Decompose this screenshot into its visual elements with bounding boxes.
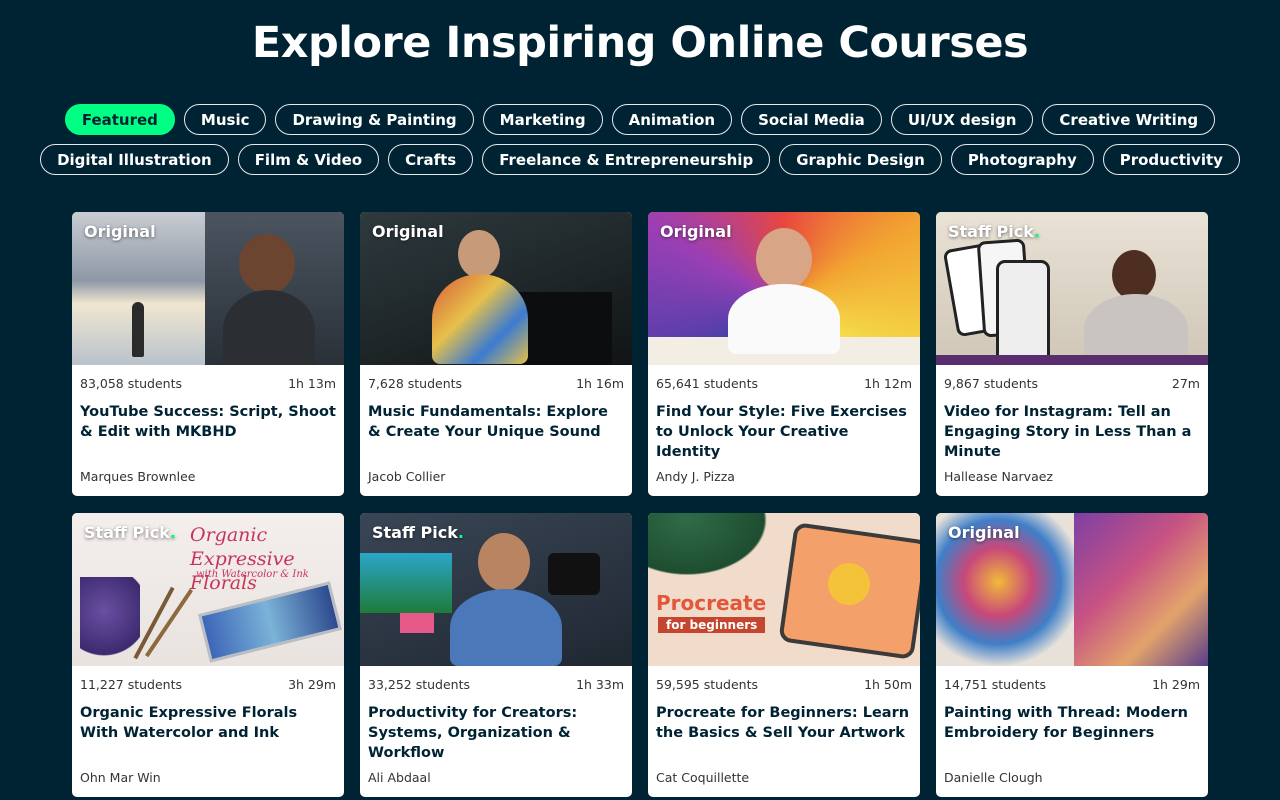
course-meta: 83,058 students 1h 13m [72,365,344,391]
teacher-name[interactable]: Danielle Clough [944,770,1043,785]
teacher-name[interactable]: Cat Coquillette [656,770,749,785]
course-card[interactable]: Original 83,058 students 1h 13m YouTube … [72,212,344,496]
course-duration: 1h 33m [576,677,624,692]
category-chip-graphic-design[interactable]: Graphic Design [779,144,942,175]
course-title[interactable]: Find Your Style: Five Exercises to Unloc… [648,391,920,462]
course-duration: 1h 16m [576,376,624,391]
badge-original: Original [372,222,444,241]
category-row-1: Featured Music Drawing & Painting Market… [0,104,1280,135]
student-count: 11,227 students [80,677,183,692]
course-meta: 7,628 students 1h 16m [360,365,632,391]
category-chip-animation[interactable]: Animation [611,104,733,135]
badge-dot-icon: . [457,523,464,542]
category-chip-freelance-entrepreneurship[interactable]: Freelance & Entrepreneurship [482,144,771,175]
course-card[interactable]: Staff Pick. 9,867 students 27m Video for… [936,212,1208,496]
course-card[interactable]: Organic Expressive Florals with Watercol… [72,513,344,797]
category-chip-film-video[interactable]: Film & Video [237,144,380,175]
category-chip-productivity[interactable]: Productivity [1102,144,1240,175]
course-duration: 1h 13m [288,376,336,391]
student-count: 7,628 students [368,376,463,391]
course-thumbnail: Staff Pick. [936,212,1208,365]
course-card[interactable]: Original 7,628 students 1h 16m Music Fun… [360,212,632,496]
course-title[interactable]: Video for Instagram: Tell an Engaging St… [936,391,1208,462]
course-duration: 3h 29m [288,677,336,692]
badge-original: Original [948,523,1020,542]
category-chip-featured[interactable]: Featured [64,104,175,135]
course-duration: 1h 29m [1152,677,1200,692]
course-meta: 9,867 students 27m [936,365,1208,391]
course-thumbnail: Original [648,212,920,365]
category-row-2: Digital Illustration Film & Video Crafts… [0,144,1280,175]
course-thumbnail: Original [360,212,632,365]
category-filter: Featured Music Drawing & Painting Market… [0,104,1280,184]
teacher-name[interactable]: Marques Brownlee [80,469,196,484]
category-chip-crafts[interactable]: Crafts [388,144,474,175]
course-card[interactable]: Original 65,641 students 1h 12m Find You… [648,212,920,496]
teacher-name[interactable]: Ali Abdaal [368,770,431,785]
badge-staff-pick: Staff Pick. [84,523,176,542]
badge-original: Original [84,222,156,241]
course-duration: 1h 12m [864,376,912,391]
student-count: 83,058 students [80,376,183,391]
category-chip-marketing[interactable]: Marketing [482,104,603,135]
category-chip-digital-illustration[interactable]: Digital Illustration [40,144,229,175]
thumbnail-subtitle: for beginners [658,617,766,633]
course-meta: 59,595 students 1h 50m [648,666,920,692]
teacher-name[interactable]: Hallease Narvaez [944,469,1053,484]
category-chip-photography[interactable]: Photography [950,144,1094,175]
student-count: 9,867 students [944,376,1039,391]
badge-staff-pick: Staff Pick. [948,222,1040,241]
course-thumbnail: Organic Expressive Florals with Watercol… [72,513,344,666]
course-duration: 1h 50m [864,677,912,692]
course-card[interactable]: Procreate for beginners 59,595 students … [648,513,920,797]
category-chip-creative-writing[interactable]: Creative Writing [1042,104,1216,135]
badge-original: Original [660,222,732,241]
course-thumbnail: Procreate for beginners [648,513,920,666]
course-meta: 11,227 students 3h 29m [72,666,344,692]
page-title: Explore Inspiring Online Courses [251,18,1029,68]
student-count: 59,595 students [656,677,759,692]
badge-staff-pick: Staff Pick. [372,523,464,542]
course-thumbnail: Original [72,212,344,365]
course-card[interactable]: Staff Pick. 33,252 students 1h 33m Produ… [360,513,632,797]
teacher-name[interactable]: Andy J. Pizza [656,469,735,484]
thumbnail-subtitle: with Watercolor & Ink [196,569,309,580]
badge-dot-icon: . [169,523,176,542]
badge-dot-icon: . [1033,222,1040,241]
course-title[interactable]: Painting with Thread: Modern Embroidery … [936,692,1208,743]
category-chip-ui-ux-design[interactable]: UI/UX design [890,104,1034,135]
student-count: 65,641 students [656,376,759,391]
course-duration: 27m [1171,376,1200,391]
course-meta: 14,751 students 1h 29m [936,666,1208,692]
thumbnail-title: Procreate [656,591,767,615]
course-meta: 65,641 students 1h 12m [648,365,920,391]
student-count: 14,751 students [944,677,1047,692]
category-chip-social-media[interactable]: Social Media [741,104,882,135]
course-title[interactable]: YouTube Success: Script, Shoot & Edit wi… [72,391,344,442]
course-grid: Original 83,058 students 1h 13m YouTube … [72,212,1208,797]
course-thumbnail: Original [936,513,1208,666]
course-title[interactable]: Procreate for Beginners: Learn the Basic… [648,692,920,743]
course-thumbnail: Staff Pick. [360,513,632,666]
category-chip-music[interactable]: Music [183,104,267,135]
course-meta: 33,252 students 1h 33m [360,666,632,692]
course-title[interactable]: Music Fundamentals: Explore & Create You… [360,391,632,442]
teacher-name[interactable]: Jacob Collier [368,469,445,484]
course-title[interactable]: Productivity for Creators: Systems, Orga… [360,692,632,763]
teacher-name[interactable]: Ohn Mar Win [80,770,161,785]
student-count: 33,252 students [368,677,471,692]
category-chip-drawing-painting[interactable]: Drawing & Painting [275,104,474,135]
course-title[interactable]: Organic Expressive Florals With Watercol… [72,692,344,743]
course-card[interactable]: Original 14,751 students 1h 29m Painting… [936,513,1208,797]
